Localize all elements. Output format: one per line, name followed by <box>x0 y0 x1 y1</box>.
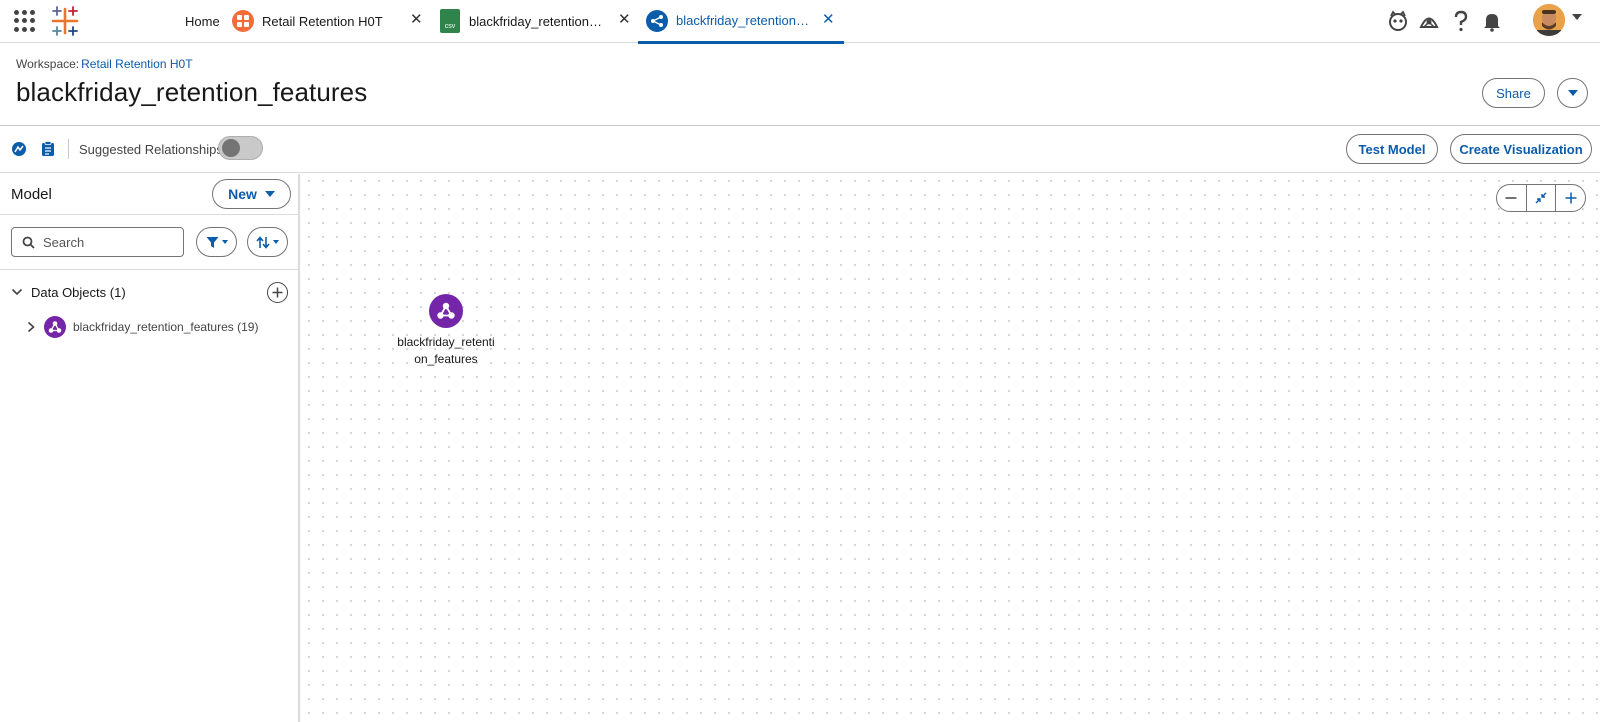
fit-to-screen-button[interactable] <box>1527 185 1557 211</box>
page-title: blackfriday_retention_features <box>16 77 368 107</box>
filter-icon <box>206 236 218 248</box>
trailhead-icon[interactable] <box>1416 8 1442 34</box>
workspace-prefix: Workspace: <box>16 57 80 71</box>
suggested-relationships-toggle[interactable] <box>218 136 263 160</box>
new-button[interactable]: New <box>212 179 291 209</box>
share-button[interactable]: Share <box>1482 78 1545 108</box>
chevron-down-icon[interactable] <box>11 286 23 298</box>
page-header: Workspace: Retail Retention H0T blackfrid… <box>0 43 1600 126</box>
panel-title: Model <box>11 186 52 203</box>
csv-file-icon: csv <box>440 9 460 33</box>
avatar[interactable] <box>1533 4 1565 36</box>
panel-divider <box>0 269 300 270</box>
agent-icon[interactable] <box>1385 8 1411 34</box>
close-icon[interactable]: ✕ <box>618 12 631 27</box>
add-icon <box>272 287 283 298</box>
toggle-knob <box>222 139 240 157</box>
canvas-data-object-node[interactable]: blackfriday_retention_features <box>390 294 502 368</box>
new-button-label: New <box>228 186 257 202</box>
zoom-in-button[interactable] <box>1556 185 1585 211</box>
data-object-icon <box>44 316 66 338</box>
tab-retail-retention-label: Retail Retention H0T <box>262 13 383 29</box>
canvas-node-label: blackfriday_retention_features <box>397 335 495 366</box>
workspace-icon <box>232 10 254 32</box>
close-icon[interactable]: ✕ <box>410 12 423 27</box>
tab-retail-retention[interactable]: Retail Retention H0T ✕ <box>232 0 428 42</box>
more-actions-button[interactable] <box>1557 78 1588 108</box>
tableau-logo-icon[interactable] <box>48 4 82 38</box>
chevron-right-icon[interactable] <box>26 321 36 333</box>
bell-icon[interactable] <box>1479 8 1505 34</box>
tab-csv-file[interactable]: csv blackfriday_retention_fe... ✕ <box>440 0 636 42</box>
chevron-down-icon <box>273 240 279 244</box>
search-icon <box>22 236 35 249</box>
tab-semantic-model-label: blackfriday_retention_fe... <box>676 13 816 28</box>
data-object-icon <box>429 294 463 328</box>
help-icon[interactable] <box>1448 8 1474 34</box>
breadcrumb: Workspace: Retail Retention H0T <box>16 57 193 71</box>
create-visualization-button[interactable]: Create Visualization <box>1450 134 1592 164</box>
data-objects-section[interactable]: Data Objects (1) <box>11 280 291 304</box>
zoom-in-icon <box>1565 192 1577 204</box>
model-panel: Model New Data Objects (1) blackfriday_r… <box>0 174 300 722</box>
search-input[interactable] <box>43 234 173 250</box>
sort-icon <box>256 235 270 249</box>
global-nav-bar: Home Retail Retention H0T ✕ csv blackfri… <box>0 0 1600 44</box>
chevron-down-icon <box>264 191 275 197</box>
panel-divider <box>0 214 300 215</box>
close-icon[interactable]: ✕ <box>822 12 835 27</box>
data-object-label: blackfriday_retention_features (19) <box>73 320 259 334</box>
list-view-icon[interactable] <box>40 141 56 157</box>
search-field[interactable] <box>11 227 184 257</box>
zoom-controls <box>1496 184 1586 212</box>
csv-file-icon-text: csv <box>444 23 456 30</box>
diagram-view-icon[interactable] <box>11 141 27 157</box>
model-toolbar: Suggested Relationships Test Model Creat… <box>0 127 1600 173</box>
data-object-item[interactable]: blackfriday_retention_features (19) <box>26 314 291 340</box>
filter-button[interactable] <box>196 227 237 257</box>
model-canvas[interactable]: blackfriday_retention_features <box>302 174 1600 722</box>
zoom-out-icon <box>1505 197 1517 199</box>
semantic-model-icon <box>646 9 668 32</box>
sort-button[interactable] <box>247 227 288 257</box>
tab-home-label: Home <box>185 13 220 29</box>
toolbar-divider <box>68 139 69 159</box>
chevron-down-icon <box>1567 90 1578 96</box>
test-model-button[interactable]: Test Model <box>1346 134 1438 164</box>
suggested-relationships-label: Suggested Relationships <box>79 142 223 157</box>
tab-csv-file-label: blackfriday_retention_fe... <box>469 13 609 29</box>
workspace-link[interactable]: Retail Retention H0T <box>81 57 192 71</box>
chevron-down-icon <box>221 240 228 244</box>
user-menu-chevron-down-icon[interactable] <box>1572 14 1582 20</box>
tab-home[interactable]: Home <box>185 0 220 42</box>
zoom-out-button[interactable] <box>1497 185 1527 211</box>
fit-icon <box>1535 192 1547 204</box>
tab-semantic-model[interactable]: blackfriday_retention_fe... ✕ <box>638 0 844 44</box>
add-data-object-button[interactable] <box>267 282 288 303</box>
data-objects-label: Data Objects (1) <box>31 284 126 300</box>
app-launcher-icon[interactable] <box>14 10 36 32</box>
